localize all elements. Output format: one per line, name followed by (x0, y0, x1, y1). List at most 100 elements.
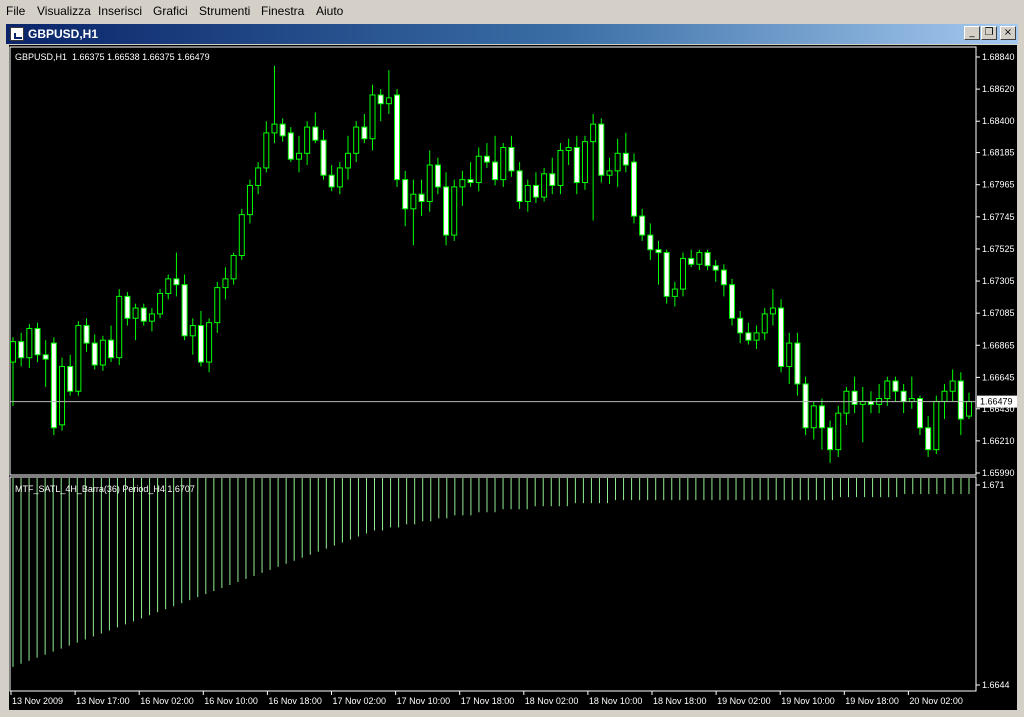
candle-body (230, 255, 237, 280)
candle-body (720, 269, 727, 286)
candle-body (778, 307, 785, 367)
close-button[interactable]: × (1000, 26, 1016, 40)
candle-body (647, 234, 654, 251)
menu-strumenti[interactable]: Strumenti (199, 4, 250, 18)
candle-body (148, 313, 155, 322)
price-axis-label: 1.67305 (982, 276, 1015, 286)
candle-body (312, 126, 319, 141)
indicator-title: MTF_SATL_4H_Barra(36) Period_H4 1.6707 (15, 484, 195, 494)
candle-body (663, 252, 670, 297)
candle-body (565, 146, 572, 151)
menu-inserisci[interactable]: Inserisci (98, 4, 142, 18)
candle-body (933, 400, 940, 451)
candle-body (573, 146, 580, 184)
candle-body (761, 313, 768, 334)
candle-body (132, 307, 139, 319)
time-axis-label: 20 Nov 02:00 (909, 696, 963, 706)
chart-canvas[interactable]: 1.68840 1.68620 1.68400 1.68185 1.67965 1.677… (9, 45, 1017, 710)
candle-body (18, 341, 25, 359)
window-title: GBPUSD,H1 (28, 27, 99, 41)
candle-body (712, 265, 719, 271)
candle-body (124, 295, 131, 319)
candle-body (908, 398, 915, 402)
candle-body (255, 167, 262, 186)
time-axis-label: 18 Nov 18:00 (653, 696, 707, 706)
menu-grafici[interactable]: Grafici (153, 4, 188, 18)
chart-window-titlebar[interactable]: GBPUSD,H1 _ ❐ × (6, 24, 1018, 44)
price-axis-label: 1.67525 (982, 244, 1015, 254)
chart-area[interactable]: 1.68840 1.68620 1.68400 1.68185 1.67965 1.677… (9, 45, 1017, 710)
candle-body (99, 339, 106, 366)
time-axis-label: 19 Nov 18:00 (845, 696, 899, 706)
restore-button[interactable]: ❐ (981, 26, 997, 40)
time-axis-label: 13 Nov 17:00 (76, 696, 130, 706)
candle-body (10, 341, 16, 363)
candle-body (353, 126, 360, 154)
candle-body (622, 152, 629, 166)
minimize-button[interactable]: _ (964, 26, 980, 40)
chart-window-icon (10, 27, 24, 41)
candle-body (745, 332, 752, 341)
time-axis-label: 17 Nov 10:00 (397, 696, 451, 706)
candle-body (410, 193, 417, 210)
candle-body (581, 141, 588, 184)
candle-body (287, 132, 294, 160)
candle-body (949, 380, 956, 392)
time-axis-label: 16 Nov 18:00 (268, 696, 322, 706)
candle-body (590, 123, 597, 143)
indicator-bars (12, 478, 970, 667)
candle-body (157, 292, 164, 315)
menu-aiuto[interactable]: Aiuto (316, 4, 343, 18)
time-axis-label: 18 Nov 10:00 (589, 696, 643, 706)
time-axis-label: 17 Nov 02:00 (333, 696, 387, 706)
candle-body (345, 152, 352, 169)
candle-body (671, 288, 678, 297)
price-axis-label: 1.67965 (982, 180, 1015, 190)
price-axis-label: 1.66645 (982, 372, 1015, 382)
candle-body (108, 339, 115, 359)
candle-body (810, 405, 817, 429)
candle-body (851, 390, 858, 405)
time-axis-label: 19 Nov 02:00 (717, 696, 771, 706)
candle-body (639, 215, 646, 236)
candle-body (916, 398, 923, 429)
candle-body (802, 383, 809, 429)
candle-body (451, 186, 458, 236)
indicator-axis-label: 1.671 (982, 480, 1005, 490)
price-axis-label: 1.68185 (982, 148, 1015, 158)
candle-body (492, 161, 499, 181)
candle-body (655, 249, 662, 254)
candle-body (426, 164, 433, 203)
candle-body (385, 97, 392, 105)
price-axis-label: 1.67085 (982, 308, 1015, 318)
candle-body (769, 307, 776, 315)
candle-body (271, 123, 278, 134)
candle-body (941, 390, 948, 402)
candle-body (59, 365, 66, 426)
price-axis-label: 1.68620 (982, 84, 1015, 94)
candle-body (361, 126, 368, 140)
candle-body (197, 325, 204, 363)
time-axis-label: 16 Nov 10:00 (204, 696, 258, 706)
candle-body (532, 184, 539, 198)
candle-body (500, 146, 507, 181)
candle-body (966, 400, 972, 417)
time-axis-label: 13 Nov 2009 (12, 696, 63, 706)
candle-body (900, 390, 907, 402)
candle-body (892, 380, 899, 392)
candle-body (140, 307, 147, 322)
candle-body (957, 380, 964, 420)
price-axis-label: 1.67745 (982, 212, 1015, 222)
candle-body (818, 405, 825, 429)
menu-visualizza[interactable]: Visualizza (37, 4, 91, 18)
candle-body (189, 325, 196, 337)
menu-finestra[interactable]: Finestra (261, 4, 304, 18)
candle-body (794, 342, 801, 385)
candle-body (75, 325, 82, 392)
candle-body (83, 325, 90, 344)
price-candles (10, 65, 972, 463)
menu-file[interactable]: File (6, 4, 25, 18)
price-chart-title: GBPUSD,H1 1.66375 1.66538 1.66375 1.6647… (15, 52, 210, 62)
candle-body (369, 94, 376, 140)
candle-body (459, 179, 466, 188)
